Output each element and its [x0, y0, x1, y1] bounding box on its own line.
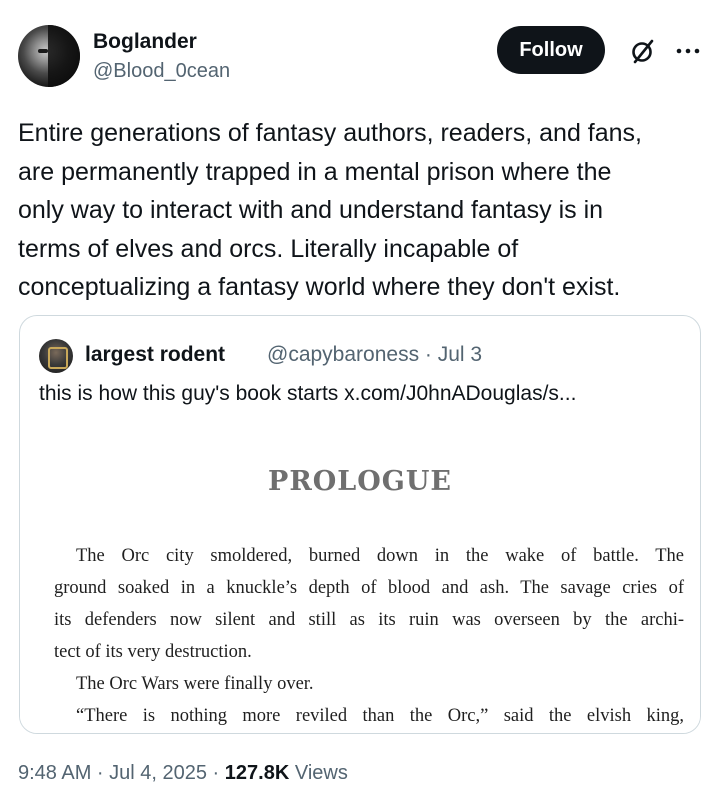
book-line: The Orc Wars were finally over.	[76, 674, 314, 694]
book-line: “There is nothing more reviled than the …	[76, 706, 684, 726]
book-heading: PROLOGUE	[268, 466, 452, 497]
book-line: its defenders now silent and still as it…	[54, 610, 684, 630]
quoted-tweet-card[interactable]: largest rodent @capybaroness · Jul 3 thi…	[19, 315, 701, 734]
avatar-frame	[48, 347, 68, 369]
quote-author-avatar[interactable]	[39, 339, 73, 373]
slashed-circle-icon[interactable]	[628, 36, 658, 66]
author-avatar[interactable]	[18, 25, 80, 87]
more-icon[interactable]	[673, 38, 703, 64]
author-handle[interactable]: @Blood_0cean	[93, 60, 230, 83]
quote-text: this is how this guy's book starts x.com…	[39, 382, 577, 405]
avatar-shadow	[48, 25, 80, 87]
views-label: Views	[289, 762, 348, 784]
quote-author-name[interactable]: largest rodent	[85, 343, 225, 367]
avatar-eye	[38, 49, 48, 53]
follow-button[interactable]: Follow	[497, 26, 605, 74]
book-line: ground soaked in a knuckle’s depth of bl…	[54, 578, 684, 598]
book-line: The Orc city smoldered, burned down in t…	[76, 546, 684, 566]
quote-author-handle-date[interactable]: @capybaroness · Jul 3	[267, 343, 482, 367]
tweet-meta: 9:48 AM · Jul 4, 2025 · 127.8K Views	[18, 762, 348, 785]
tweet-timestamp[interactable]: 9:48 AM · Jul 4, 2025 ·	[18, 762, 225, 784]
quote-attached-image[interactable]: PROLOGUE The Orc city smoldered, burned …	[20, 416, 700, 733]
views-count[interactable]: 127.8K	[225, 762, 290, 784]
book-line: tect of its very destruction.	[54, 642, 252, 662]
book-text: The Orc city smoldered, burned down in t…	[54, 540, 684, 732]
author-display-name[interactable]: Boglander	[93, 30, 197, 54]
tweet-text: Entire generations of fantasy authors, r…	[18, 119, 642, 301]
